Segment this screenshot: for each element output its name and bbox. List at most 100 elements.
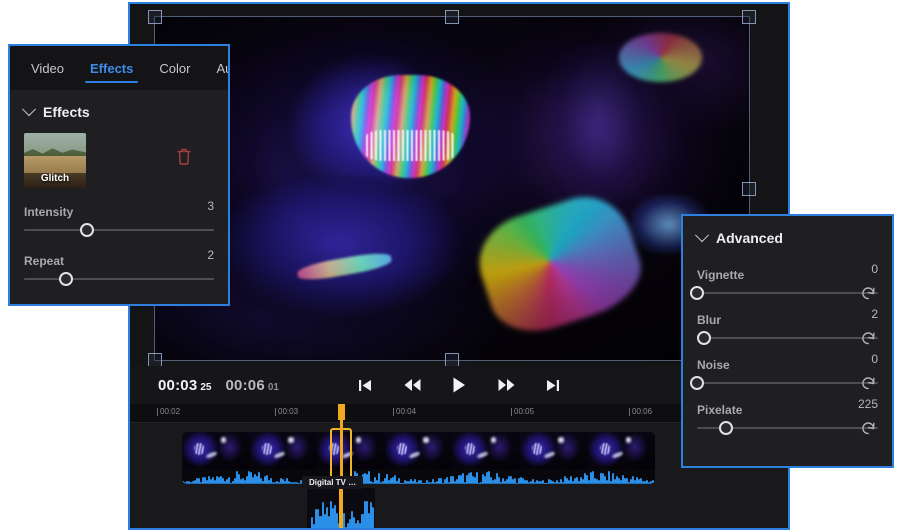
- clip-waveform: [182, 469, 655, 484]
- tab-audio[interactable]: Audio: [203, 46, 228, 90]
- resize-handle-bottom-center[interactable]: [445, 353, 459, 366]
- slider-blur-track[interactable]: [697, 331, 878, 345]
- ruler-tick: 00:05: [510, 407, 535, 416]
- clip-filmstrip: [182, 432, 655, 470]
- slider-noise-track[interactable]: [690, 374, 878, 392]
- trash-icon[interactable]: [176, 147, 200, 171]
- slider-intensity-head: Intensity 3: [24, 199, 214, 219]
- tab-effects[interactable]: Effects: [77, 46, 146, 90]
- fast-forward-icon[interactable]: [495, 374, 517, 396]
- slider-blur-value: 2: [871, 307, 878, 321]
- slider-noise-head: Noise 0: [697, 352, 878, 372]
- current-time: 00:03: [158, 376, 198, 394]
- effects-section-header[interactable]: Effects: [21, 93, 214, 131]
- slider-repeat-thumb[interactable]: [58, 272, 73, 286]
- slider-vignette: Vignette 0: [690, 262, 878, 302]
- slider-vignette-value: 0: [871, 262, 878, 276]
- slider-blur-rail: [697, 337, 878, 339]
- chevron-down-icon[interactable]: [694, 228, 710, 243]
- chevron-down-icon[interactable]: [21, 102, 37, 117]
- duration-time: 00:06: [225, 376, 265, 394]
- effects-panel-tabs: Video Effects Color Audio: [10, 46, 228, 90]
- skip-to-start-icon[interactable]: [354, 374, 376, 396]
- filmstrip-frame: [249, 432, 318, 470]
- effect-thumbnail[interactable]: Glitch: [24, 133, 86, 188]
- ruler-tick: 00:04: [392, 407, 417, 416]
- slider-noise: Noise 0: [690, 352, 878, 392]
- filmstrip-frame: [519, 432, 588, 470]
- slider-intensity-track[interactable]: [24, 223, 214, 237]
- slider-intensity-thumb[interactable]: [79, 223, 94, 237]
- slider-vignette-label: Vignette: [697, 268, 745, 282]
- slider-noise-rail: [697, 382, 878, 384]
- ruler-tick: 00:06: [628, 407, 653, 416]
- slider-noise-thumb[interactable]: [690, 376, 704, 390]
- slider-blur-head: Blur 2: [697, 307, 878, 327]
- slider-noise-value: 0: [871, 352, 878, 366]
- slider-blur-label: Blur: [697, 313, 721, 327]
- playhead-handle[interactable]: [338, 404, 345, 420]
- tab-video[interactable]: Video: [18, 46, 77, 90]
- reset-blur-icon[interactable]: [860, 329, 878, 347]
- resize-handle-top-right[interactable]: [742, 10, 756, 24]
- slider-pixelate: Pixelate 225: [697, 397, 878, 435]
- filmstrip-frame: [317, 432, 385, 470]
- filmstrip-frame: [587, 432, 655, 470]
- advanced-panel: Advanced Vignette 0 Blur 2 Noise 0 Pixel…: [681, 214, 894, 468]
- current-frames: 25: [200, 381, 212, 393]
- reset-vignette-icon[interactable]: [860, 284, 878, 302]
- slider-repeat-track[interactable]: [24, 272, 214, 286]
- current-timecode[interactable]: 00:03 25: [158, 377, 212, 394]
- slider-blur: Blur 2: [697, 307, 878, 345]
- skip-to-end-icon[interactable]: [542, 374, 564, 396]
- ruler-tick: 00:02: [156, 407, 181, 416]
- clip-name-label: Digital TV …: [302, 476, 364, 489]
- slider-intensity-rail: [24, 229, 214, 231]
- resize-handle-middle-right[interactable]: [742, 181, 756, 196]
- slider-noise-label: Noise: [697, 358, 730, 372]
- slider-intensity: Intensity 3: [24, 199, 214, 237]
- effect-item-row: Glitch: [24, 133, 214, 188]
- tab-color[interactable]: Color: [146, 46, 203, 90]
- resize-handle-top-center[interactable]: [445, 10, 459, 24]
- slider-intensity-label: Intensity: [24, 205, 74, 219]
- timecode-group: 00:03 25 00:06 01: [158, 377, 279, 394]
- slider-vignette-thumb[interactable]: [690, 286, 704, 300]
- rewind-icon[interactable]: [401, 374, 423, 396]
- play-icon[interactable]: [448, 374, 470, 396]
- slider-repeat: Repeat 2: [24, 248, 214, 286]
- effects-section-title: Effects: [43, 104, 90, 120]
- slider-pixelate-thumb[interactable]: [718, 421, 733, 435]
- effect-name-label: Glitch: [40, 173, 70, 184]
- reset-pixelate-icon[interactable]: [860, 419, 878, 437]
- slider-repeat-head: Repeat 2: [24, 248, 214, 268]
- slider-vignette-head: Vignette 0: [697, 262, 878, 282]
- slider-pixelate-head: Pixelate 225: [697, 397, 878, 417]
- waveform-bar: [654, 481, 655, 484]
- slider-vignette-rail: [697, 292, 878, 294]
- slider-blur-thumb[interactable]: [697, 331, 712, 345]
- filmstrip-frame: [182, 432, 250, 470]
- slider-pixelate-value: 225: [857, 397, 878, 411]
- preview-selection-box[interactable]: [148, 10, 756, 366]
- waveform-popup-bar: [371, 507, 375, 528]
- slider-vignette-track[interactable]: [690, 284, 878, 302]
- slider-repeat-label: Repeat: [24, 254, 65, 268]
- advanced-section-title: Advanced: [716, 230, 783, 246]
- reset-noise-icon[interactable]: [860, 374, 878, 392]
- timeline-clip[interactable]: [182, 432, 655, 484]
- advanced-section-header[interactable]: Advanced: [694, 221, 878, 255]
- effects-panel-body: Effects Glitch Intensity 3 Repeat 2: [10, 93, 228, 286]
- slider-repeat-value: 2: [207, 248, 214, 262]
- resize-handle-bottom-left[interactable]: [148, 353, 162, 366]
- duration-timecode[interactable]: 00:06 01: [226, 377, 280, 394]
- effects-panel: Video Effects Color Audio Effects Glitch: [8, 44, 230, 306]
- resize-handle-top-left[interactable]: [148, 10, 162, 24]
- slider-repeat-rail: [24, 278, 214, 280]
- slider-intensity-value: 3: [207, 199, 214, 213]
- slider-pixelate-track[interactable]: [697, 421, 878, 435]
- filmstrip-frame: [384, 432, 453, 470]
- filmstrip-frame: [452, 432, 520, 470]
- ruler-tick: 00:03: [274, 407, 299, 416]
- playhead[interactable]: [340, 404, 343, 528]
